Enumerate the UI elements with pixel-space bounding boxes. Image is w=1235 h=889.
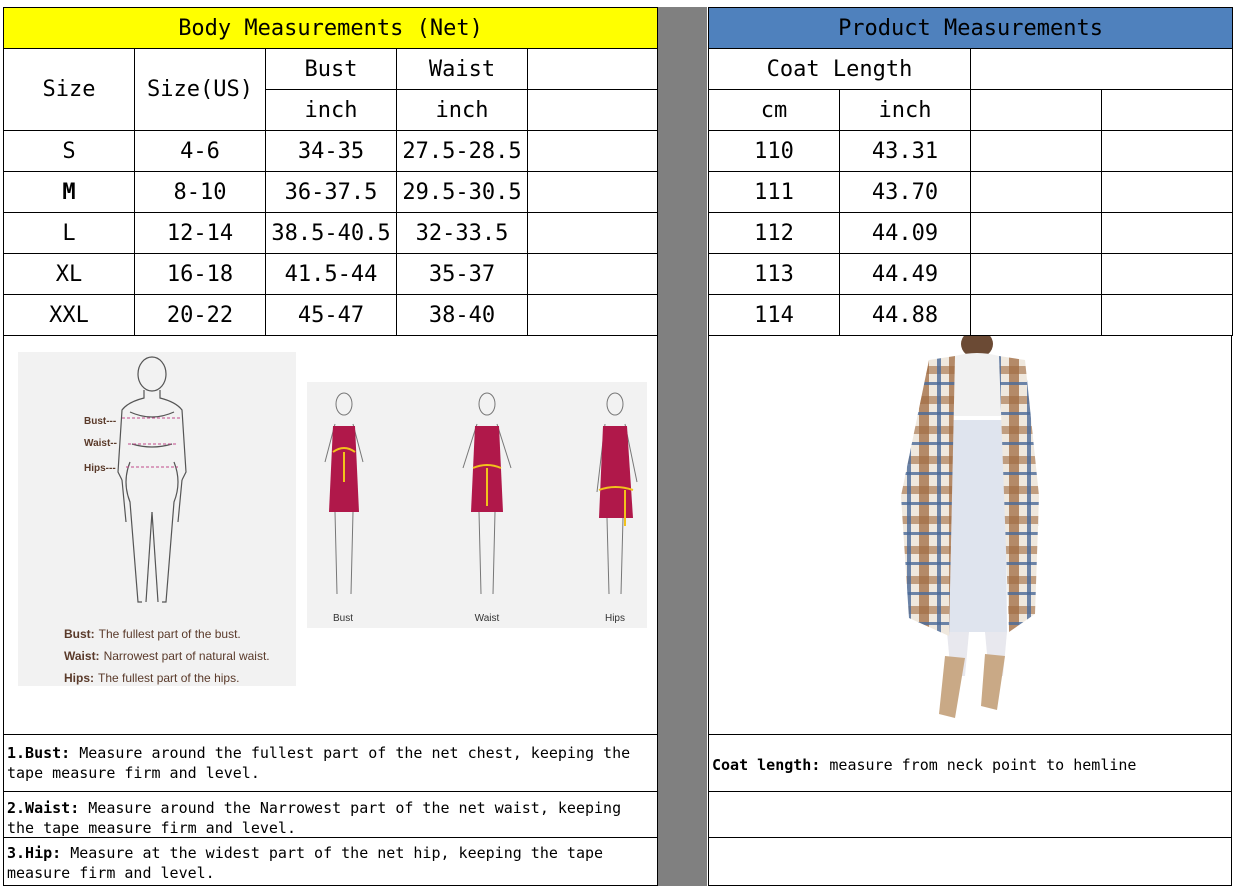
body-measurements-table: Body Measurements (Net) Size Size(US) Bu…: [2, 7, 659, 336]
product-image-area: [708, 335, 1232, 735]
empty-cell: [1100, 171, 1234, 213]
size-us-cell: 8-10: [134, 171, 266, 213]
empty-cell: [1100, 89, 1234, 131]
bust-cell: 34-35: [265, 130, 397, 172]
waist-cell: 35-37: [396, 253, 528, 295]
unit-inch: inch: [839, 89, 971, 131]
empty-cell: [969, 48, 1234, 90]
body-measurements-panel: Body Measurements (Net) Size Size(US) Bu…: [2, 7, 659, 336]
empty-cell: [526, 89, 659, 131]
measurement-illustration-area: Bust--- Waist-- Hips--- Bust: The fullest…: [3, 335, 658, 735]
empty-cell: [970, 212, 1102, 254]
cm-cell: 111: [708, 171, 840, 213]
cm-cell: 114: [708, 294, 840, 336]
empty-cell: [1100, 130, 1234, 172]
table-row: 110 43.31: [708, 130, 1234, 172]
waist-cell: 38-40: [396, 294, 528, 336]
inch-cell: 44.49: [839, 253, 971, 295]
product-measurements-title: Product Measurements: [707, 7, 1234, 49]
empty-cell: [526, 212, 659, 254]
table-row: L 12-14 38.5-40.5 32-33.5: [3, 212, 659, 254]
empty-cell: [970, 130, 1102, 172]
table-row: 114 44.88: [708, 294, 1234, 336]
note-waist: 2.Waist: Measure around the Narrowest pa…: [3, 791, 658, 838]
waist-cell: 27.5-28.5: [396, 130, 528, 172]
table-row: XXL 20-22 45-47 38-40: [3, 294, 659, 336]
empty-cell: [1100, 253, 1234, 295]
column-divider: [658, 7, 707, 886]
table-row: 112 44.09: [708, 212, 1234, 254]
table-row: XL 16-18 41.5-44 35-37: [3, 253, 659, 295]
waist-unit: inch: [396, 89, 528, 131]
empty-cell: [526, 48, 659, 90]
empty-cell: [526, 253, 659, 295]
table-row: 111 43.70: [708, 171, 1234, 213]
size-us-cell: 12-14: [134, 212, 266, 254]
size-us-cell: 4-6: [134, 130, 266, 172]
label-hips: Hips: [605, 613, 625, 624]
dress-measurement-figure: Bust Waist Hips: [307, 382, 647, 628]
note-hip: 3.Hip: Measure at the widest part of the…: [3, 837, 658, 886]
empty-cell: [526, 130, 659, 172]
empty-cell: [970, 253, 1102, 295]
cm-cell: 113: [708, 253, 840, 295]
legend-hips: Hips: The fullest part of the hips.: [64, 671, 239, 685]
table-row: M 8-10 36-37.5 29.5-30.5: [3, 171, 659, 213]
bust-cell: 45-47: [265, 294, 397, 336]
empty-note-row: [708, 837, 1232, 886]
cm-cell: 112: [708, 212, 840, 254]
product-measurements-table: Product Measurements Coat Length cm inch…: [707, 7, 1234, 336]
size-us-header: Size(US): [134, 48, 266, 131]
bust-cell: 38.5-40.5: [265, 212, 397, 254]
inch-cell: 44.09: [839, 212, 971, 254]
size-us-cell: 20-22: [134, 294, 266, 336]
waist-cell: 29.5-30.5: [396, 171, 528, 213]
coat-length-header: Coat Length: [708, 48, 971, 90]
label-bust: Bust: [333, 613, 353, 624]
empty-cell: [526, 294, 659, 336]
cm-cell: 110: [708, 130, 840, 172]
legend-bust: Bust: The fullest part of the bust.: [64, 627, 241, 641]
empty-cell: [1100, 212, 1234, 254]
bust-mark: Bust---: [84, 416, 116, 427]
waist-cell: 32-33.5: [396, 212, 528, 254]
empty-cell: [1100, 294, 1234, 336]
inch-cell: 43.70: [839, 171, 971, 213]
body-measurements-title: Body Measurements (Net): [2, 7, 659, 49]
unit-cm: cm: [708, 89, 840, 131]
note-bust: 1.Bust: Measure around the fullest part …: [3, 734, 658, 792]
body-outline-figure: Bust--- Waist-- Hips--- Bust: The fullest…: [18, 352, 296, 686]
waist-header: Waist: [396, 48, 528, 90]
bust-header: Bust: [265, 48, 397, 90]
size-cell: L: [3, 212, 135, 254]
empty-cell: [970, 89, 1102, 131]
empty-cell: [526, 171, 659, 213]
empty-cell: [970, 294, 1102, 336]
waist-mark: Waist--: [84, 438, 117, 449]
inch-cell: 43.31: [839, 130, 971, 172]
empty-note-row: [708, 791, 1232, 838]
product-measurements-panel: Product Measurements Coat Length cm inch…: [707, 7, 1234, 336]
note-coat-length: Coat length: measure from neck point to …: [708, 734, 1232, 792]
legend-waist: Waist: Narrowest part of natural waist.: [64, 649, 270, 663]
bust-unit: inch: [265, 89, 397, 131]
bust-cell: 41.5-44: [265, 253, 397, 295]
size-us-cell: 16-18: [134, 253, 266, 295]
table-row: S 4-6 34-35 27.5-28.5: [3, 130, 659, 172]
size-cell: M: [3, 171, 135, 213]
size-cell: XL: [3, 253, 135, 295]
bust-cell: 36-37.5: [265, 171, 397, 213]
size-cell: XXL: [3, 294, 135, 336]
size-cell: S: [3, 130, 135, 172]
label-waist: Waist: [475, 613, 500, 624]
table-row: 113 44.49: [708, 253, 1234, 295]
empty-cell: [970, 171, 1102, 213]
hips-mark: Hips---: [84, 463, 116, 474]
inch-cell: 44.88: [839, 294, 971, 336]
size-header: Size: [3, 48, 135, 131]
product-photo: [901, 336, 1039, 718]
